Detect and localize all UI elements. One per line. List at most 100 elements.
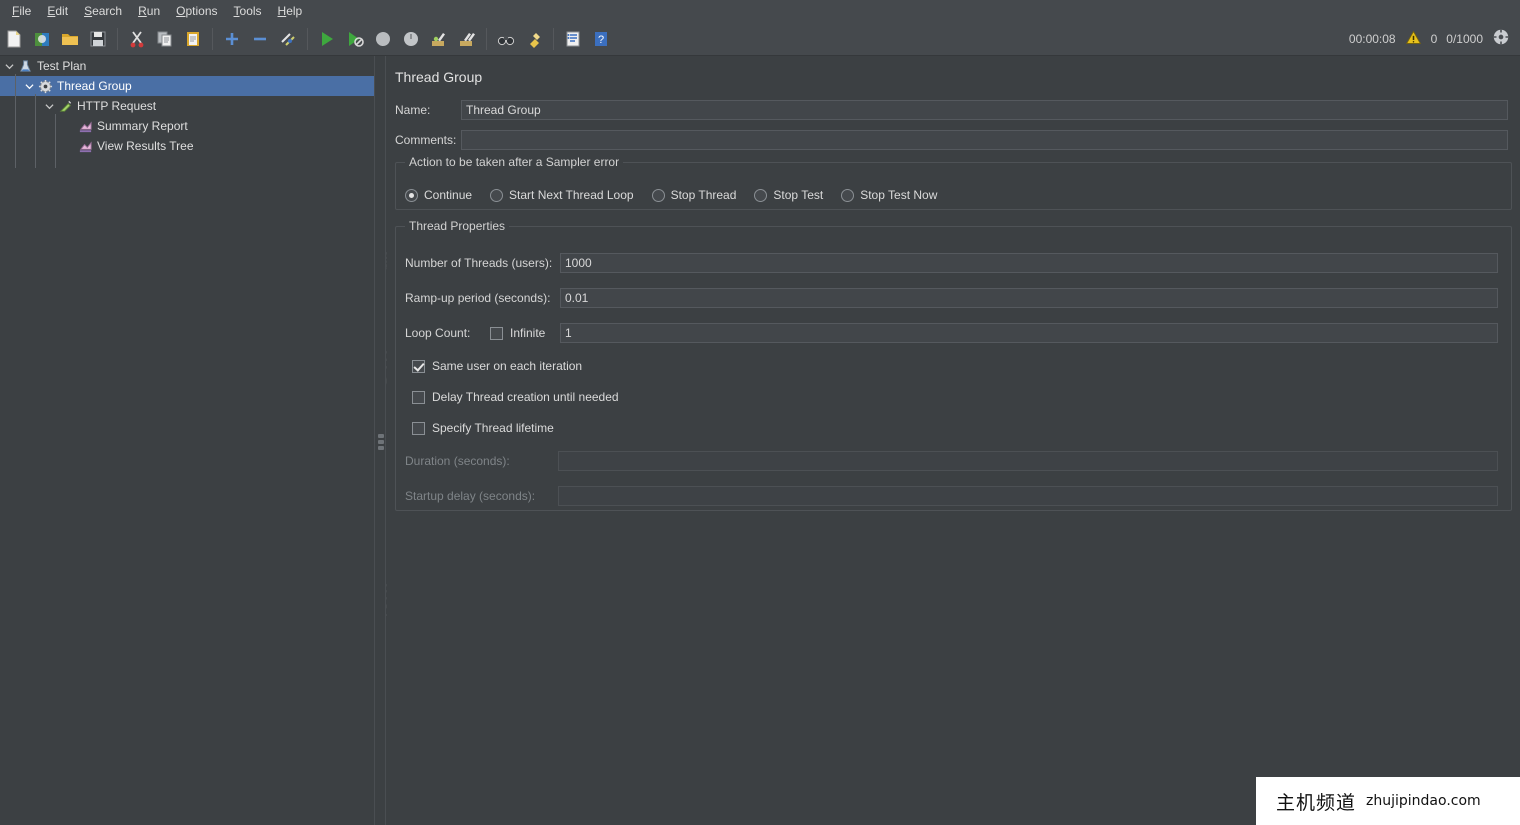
tree-node-label: Summary Report — [97, 119, 188, 133]
checkbox-label: Delay Thread creation until needed — [432, 390, 619, 404]
duration-row: Duration (seconds): — [405, 451, 1502, 471]
menu-tools[interactable]: Tools — [226, 2, 270, 20]
radio-label: Continue — [424, 188, 473, 202]
checkbox-same-user-each-iteration[interactable]: Same user on each iteration — [412, 359, 582, 373]
function-helper-icon[interactable] — [560, 26, 586, 52]
checkbox-specify-thread-lifetime[interactable]: Specify Thread lifetime — [412, 421, 554, 435]
check-mark-icon — [412, 421, 425, 435]
svg-text:?: ? — [598, 34, 604, 46]
splitter-grip[interactable] — [378, 434, 384, 452]
checkbox-delay-thread-creation[interactable]: Delay Thread creation until needed — [412, 390, 619, 404]
tree-node-label: HTTP Request — [77, 99, 157, 113]
toolbar-separator-4 — [486, 27, 487, 50]
tree-node-test-plan[interactable]: Test Plan — [0, 56, 374, 76]
radio-continue[interactable]: Continue — [405, 188, 472, 202]
thread-group-gear-icon — [36, 77, 54, 95]
templates-icon[interactable] — [29, 26, 55, 52]
comments-row: Comments: — [395, 130, 1512, 150]
expand-plus-icon[interactable] — [219, 26, 245, 52]
tree-connector — [15, 74, 16, 168]
tree-node-view-results-tree[interactable]: View Results Tree — [0, 136, 374, 156]
new-document-icon[interactable] — [1, 26, 27, 52]
radio-mark-icon — [490, 188, 504, 202]
toolbar: ? 00:00:08 0 0/1000 — [0, 22, 1520, 56]
chevron-down-icon[interactable] — [22, 76, 36, 96]
start-play-icon[interactable] — [314, 26, 340, 52]
http-request-icon — [56, 97, 74, 115]
clear-all-icon[interactable] — [454, 26, 480, 52]
menu-help[interactable]: Help — [270, 2, 311, 20]
toolbar-separator-3 — [307, 27, 308, 50]
chevron-down-icon[interactable] — [2, 56, 16, 76]
tree-connector — [55, 114, 56, 168]
toolbar-separator-5 — [553, 27, 554, 50]
menu-edit[interactable]: Edit — [39, 2, 76, 20]
radio-stop-test[interactable]: Stop Test — [754, 188, 823, 202]
radio-label: Stop Test — [773, 188, 824, 202]
toggle-icon[interactable] — [275, 26, 301, 52]
save-floppy-icon[interactable] — [85, 26, 111, 52]
tree-node-label: Test Plan — [37, 59, 87, 73]
sampler-error-radio-group[interactable]: Continue Start Next Thread Loop Stop Thr… — [405, 188, 955, 202]
test-plan-tree[interactable]: Test Plan Thread Group HTTP Request Summ… — [0, 56, 374, 825]
clear-icon[interactable] — [426, 26, 452, 52]
radio-label: Stop Thread — [670, 188, 737, 202]
loop-count-row: Loop Count: Infinite — [405, 323, 1502, 343]
radio-mark-icon — [405, 188, 418, 202]
start-no-timers-icon[interactable] — [342, 26, 368, 52]
checkbox-infinite[interactable]: Infinite — [490, 326, 560, 340]
ramp-up-input[interactable] — [560, 288, 1498, 308]
ramp-up-row: Ramp-up period (seconds): — [405, 288, 1502, 308]
status-area: 00:00:08 0 0/1000 — [1349, 28, 1520, 49]
startup-delay-row: Startup delay (seconds): — [405, 486, 1502, 506]
name-input[interactable] — [461, 100, 1508, 120]
loop-count-label: Loop Count: — [405, 326, 471, 340]
warning-triangle-icon[interactable] — [1405, 29, 1422, 49]
shutdown-icon[interactable] — [398, 26, 424, 52]
menu-options[interactable]: Options — [168, 2, 225, 20]
remote-connection-icon[interactable] — [1492, 28, 1510, 49]
startup-delay-input[interactable] — [558, 486, 1498, 506]
number-of-threads-input[interactable] — [560, 253, 1498, 273]
check-mark-icon — [490, 326, 503, 340]
comments-input[interactable] — [461, 130, 1508, 150]
name-label: Name: — [395, 103, 431, 117]
copy-icon[interactable] — [152, 26, 178, 52]
tree-node-label: View Results Tree — [97, 139, 194, 153]
collapse-minus-icon[interactable] — [247, 26, 273, 52]
toolbar-separator-2 — [212, 27, 213, 50]
loop-count-input[interactable] — [560, 323, 1498, 343]
radio-stop-test-now[interactable]: Stop Test Now — [841, 188, 937, 202]
sampler-error-title: Action to be taken after a Sampler error — [405, 155, 624, 169]
open-folder-icon[interactable] — [57, 26, 83, 52]
chevron-down-icon[interactable] — [42, 96, 56, 116]
name-row: Name: — [395, 100, 1512, 120]
paste-icon[interactable] — [180, 26, 206, 52]
cut-scissors-icon[interactable] — [124, 26, 150, 52]
search-binoculars-icon[interactable] — [493, 26, 519, 52]
checkbox-label: Infinite — [510, 326, 546, 340]
listener-chart-icon — [76, 117, 94, 135]
help-icon[interactable]: ? — [588, 26, 614, 52]
menu-run[interactable]: Run — [130, 2, 168, 20]
menu-search[interactable]: Search — [76, 2, 130, 20]
duration-label: Duration (seconds): — [405, 454, 510, 468]
menu-bar: File Edit Search Run Options Tools Help — [0, 0, 1520, 22]
sampler-error-groupbox: Action to be taken after a Sampler error — [395, 155, 1512, 210]
search-reset-icon[interactable] — [521, 26, 547, 52]
tree-node-summary-report[interactable]: Summary Report — [0, 116, 374, 136]
error-count: 0 — [1430, 31, 1438, 46]
tree-node-http-request[interactable]: HTTP Request — [0, 96, 374, 116]
radio-start-next-thread-loop[interactable]: Start Next Thread Loop — [490, 188, 634, 202]
test-plan-icon — [16, 57, 34, 75]
radio-stop-thread[interactable]: Stop Thread — [651, 188, 737, 202]
number-of-threads-row: Number of Threads (users): — [405, 253, 1502, 273]
duration-input[interactable] — [558, 451, 1498, 471]
menu-file[interactable]: File — [4, 2, 39, 20]
tree-node-label: Thread Group — [57, 79, 132, 93]
check-mark-icon — [412, 359, 425, 373]
thread-properties-title: Thread Properties — [405, 219, 510, 233]
stop-icon[interactable] — [370, 26, 396, 52]
panel-splitter[interactable] — [374, 56, 386, 825]
tree-node-thread-group[interactable]: Thread Group — [0, 76, 374, 96]
